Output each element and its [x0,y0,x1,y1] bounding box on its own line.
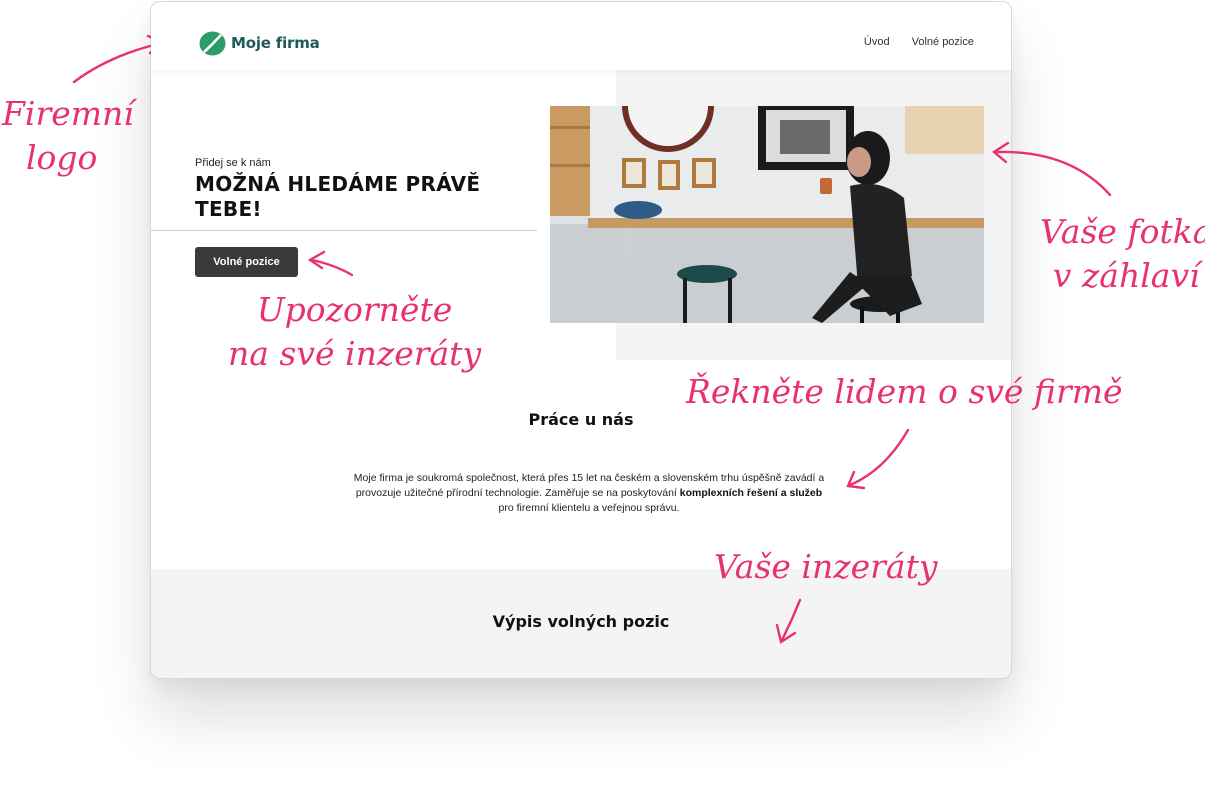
annotation-logo: Firemní logo [2,92,134,180]
hero-headline: MOŽNÁ HLEDÁME PRÁVĚ TEBE! [195,172,481,221]
arrow-to-photo [994,150,1112,197]
woman-in-cafe-photo [550,106,984,323]
nav-item-uvod[interactable]: Úvod [864,36,890,48]
hero-eyebrow: Přidej se k nám [195,157,271,169]
about-text: Moje firma je soukromá společnost, která… [347,471,831,516]
brand-name[interactable]: Moje firma [231,34,320,52]
nav-item-volne-pozice[interactable]: Volné pozice [912,36,974,48]
jobs-title: Výpis volných pozic [492,612,670,631]
annotation-about: Řekněte lidem o své firmě [686,372,1123,411]
about-text-part2: pro firemní klientelu a veřejnou správu. [498,502,680,514]
annotation-cta-line2: na své inzeráty [228,334,482,373]
open-positions-button[interactable]: Volné pozice [195,247,298,277]
main-nav: Úvod Volné pozice [864,36,974,48]
annotation-logo-line2: logo [26,138,98,177]
annotation-jobs: Vaše inzeráty [714,547,938,586]
annotation-photo-line2: v záhlaví [1052,256,1200,295]
leaf-logo-icon[interactable] [199,31,226,56]
annotation-cta: Upozorněte na své inzeráty [228,288,481,376]
about-text-bold: komplexních řešení a služeb [679,487,823,499]
annotation-cta-line1: Upozorněte [256,290,453,329]
site-header: Moje firma Úvod Volné pozice [151,2,1011,70]
annotation-logo-line1: Firemní [2,94,134,133]
annotation-photo-line1: Vaše fotka [1040,212,1205,251]
hero-divider [151,230,537,231]
annotation-photo: Vaše fotka v záhlaví [1040,210,1205,298]
arrow-to-logo [72,41,164,84]
